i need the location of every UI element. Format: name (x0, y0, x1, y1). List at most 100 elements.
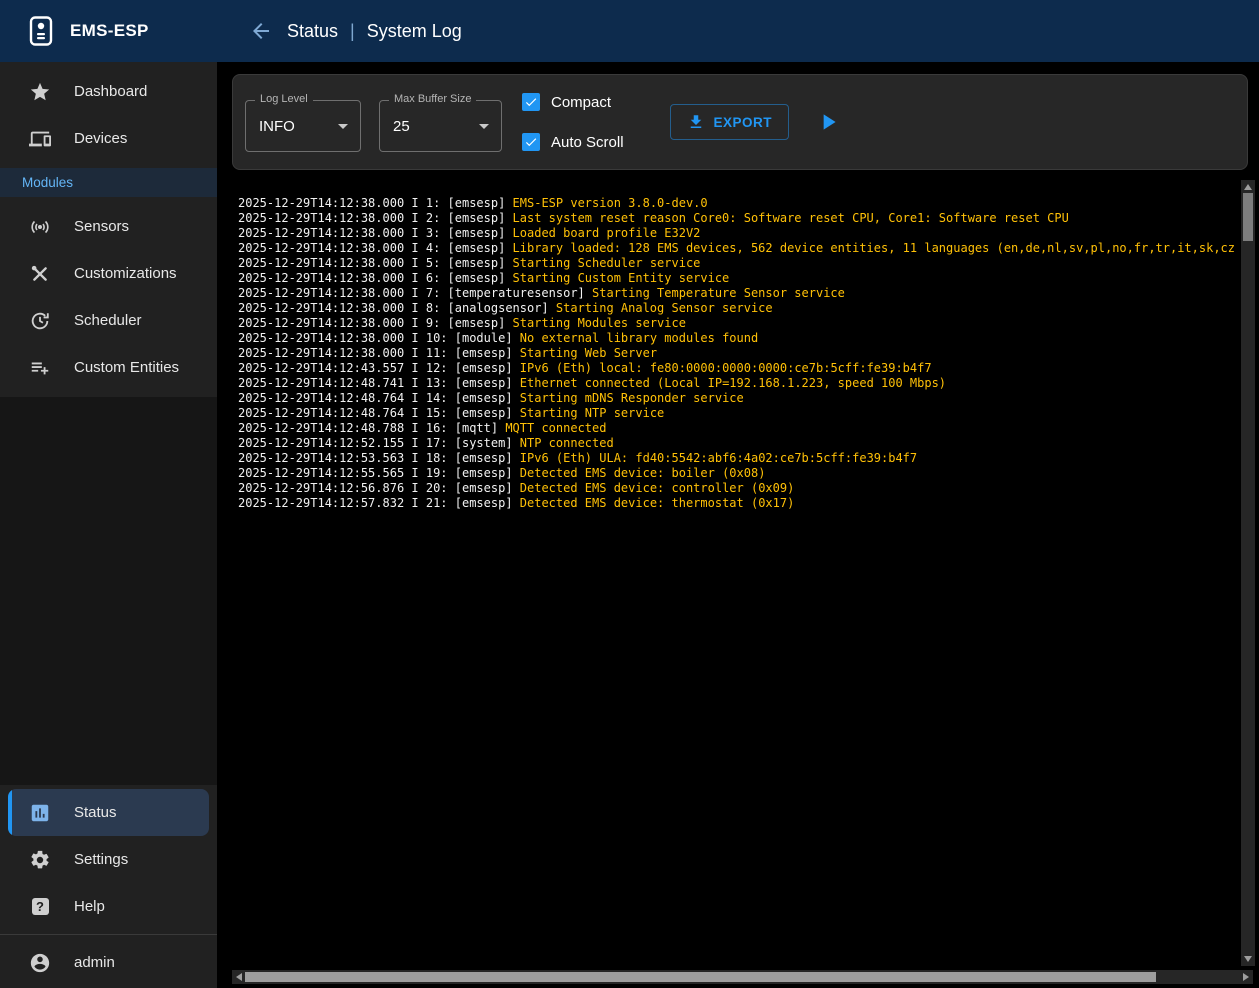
sidebar-section-modules: Modules (0, 168, 217, 197)
sidebar-item-status[interactable]: Status (8, 789, 209, 836)
compact-label: Compact (551, 94, 611, 111)
play-icon (815, 109, 841, 135)
max-buffer-size-select[interactable]: Max Buffer Size 25 (379, 100, 502, 152)
gear-icon (28, 848, 52, 872)
log-prefix: 2025-12-29T14:12:48.788 I 16: (238, 421, 455, 435)
log-level-select[interactable]: Log Level INFO (245, 100, 361, 152)
brand: EMS-ESP (0, 0, 217, 62)
sidebar-bottom-group: Status Settings ? Help admin (0, 785, 217, 988)
sidebar: Dashboard Devices Modules (0, 62, 217, 988)
log-prefix: 2025-12-29T14:12:38.000 I 7: (238, 286, 448, 300)
log-prefix: 2025-12-29T14:12:48.764 I 15: (238, 406, 455, 420)
compact-checkbox[interactable]: Compact (522, 93, 624, 111)
log-prefix: 2025-12-29T14:12:38.000 I 9: (238, 316, 448, 330)
log-message: Starting NTP service (520, 406, 665, 420)
log-prefix: 2025-12-29T14:12:38.000 I 8: (238, 301, 448, 315)
checkbox-checked-icon (522, 93, 540, 111)
log-message: Library loaded: 128 EMS devices, 562 dev… (513, 241, 1237, 255)
checkbox-checked-icon (522, 133, 540, 151)
breadcrumb-page: System Log (367, 21, 462, 42)
breadcrumb-section: Status (287, 21, 338, 42)
scrollbar-vertical[interactable] (1241, 180, 1255, 966)
log-tag: [emsesp] (448, 241, 513, 255)
log-entry: 2025-12-29T14:12:53.563 I 18: [emsesp] I… (238, 451, 1237, 466)
log-entry: 2025-12-29T14:12:38.000 I 5: [emsesp] St… (238, 256, 1237, 271)
download-icon (687, 113, 705, 131)
log-message: Starting Scheduler service (513, 256, 701, 270)
scrollbar-horizontal-thumb[interactable] (245, 972, 1156, 982)
log-message: Starting Web Server (520, 346, 657, 360)
chevron-down-icon (472, 114, 496, 138)
sidebar-item-label: Scheduler (74, 312, 142, 329)
log-entry: 2025-12-29T14:12:38.000 I 11: [emsesp] S… (238, 346, 1237, 361)
auto-scroll-checkbox[interactable]: Auto Scroll (522, 133, 624, 151)
export-button[interactable]: EXPORT (670, 104, 790, 140)
log-entry: 2025-12-29T14:12:38.000 I 3: [emsesp] Lo… (238, 226, 1237, 241)
playlist-add-icon (28, 356, 52, 380)
sidebar-item-scheduler[interactable]: Scheduler (8, 297, 209, 344)
log-entry: 2025-12-29T14:12:48.788 I 16: [mqtt] MQT… (238, 421, 1237, 436)
sidebar-item-customizations[interactable]: Customizations (8, 250, 209, 297)
log-tag: [analogsensor] (448, 301, 556, 315)
sidebar-item-label: Sensors (74, 218, 129, 235)
sidebar-item-devices[interactable]: Devices (8, 115, 209, 162)
log-toolbar: Log Level INFO Max Buffer Size 25 Compac… (232, 74, 1248, 170)
log-entry: 2025-12-29T14:12:56.876 I 20: [emsesp] D… (238, 481, 1237, 496)
log-message: Loaded board profile E32V2 (513, 226, 701, 240)
scroll-down-icon[interactable] (1244, 956, 1252, 962)
log-message: MQTT connected (505, 421, 606, 435)
log-level-value: INFO (259, 118, 295, 135)
log-level-label: Log Level (255, 93, 313, 105)
log-prefix: 2025-12-29T14:12:48.764 I 14: (238, 391, 455, 405)
log-message: EMS-ESP version 3.8.0-dev.0 (513, 196, 708, 210)
sidebar-item-dashboard[interactable]: Dashboard (8, 68, 209, 115)
sidebar-item-settings[interactable]: Settings (8, 836, 209, 883)
devices-icon (28, 127, 52, 151)
back-button[interactable] (247, 17, 275, 45)
log-entry: 2025-12-29T14:12:38.000 I 9: [emsesp] St… (238, 316, 1237, 331)
log-tag: [emsesp] (455, 466, 520, 480)
log-message: Last system reset reason Core0: Software… (513, 211, 1069, 225)
scrollbar-horizontal[interactable] (232, 970, 1253, 984)
sidebar-item-admin[interactable]: admin (8, 939, 209, 986)
log-tag: [temperaturesensor] (448, 286, 593, 300)
log-prefix: 2025-12-29T14:12:38.000 I 10: (238, 331, 455, 345)
log-message: Starting mDNS Responder service (520, 391, 744, 405)
log-tag: [emsesp] (455, 481, 520, 495)
scroll-left-icon[interactable] (236, 973, 242, 981)
sidebar-item-custom-entities[interactable]: Custom Entities (8, 344, 209, 391)
log-prefix: 2025-12-29T14:12:38.000 I 4: (238, 241, 448, 255)
sidebar-item-label: Dashboard (74, 83, 147, 100)
scroll-up-icon[interactable] (1244, 184, 1252, 190)
log-prefix: 2025-12-29T14:12:38.000 I 1: (238, 196, 448, 210)
log-entry: 2025-12-29T14:12:38.000 I 10: [module] N… (238, 331, 1237, 346)
sidebar-item-label: Devices (74, 130, 127, 147)
log-tag: [mqtt] (455, 421, 506, 435)
log-output[interactable]: 2025-12-29T14:12:38.000 I 1: [emsesp] EM… (232, 182, 1237, 968)
breadcrumb-separator: | (350, 21, 355, 42)
log-prefix: 2025-12-29T14:12:43.557 I 12: (238, 361, 455, 375)
breadcrumb: Status | System Log (217, 0, 462, 62)
scrollbar-vertical-thumb[interactable] (1243, 193, 1253, 241)
sidebar-item-sensors[interactable]: Sensors (8, 203, 209, 250)
sidebar-item-label: Help (74, 898, 105, 915)
sidebar-divider (0, 934, 217, 935)
app-root: EMS-ESP Status | System Log Dashboard (0, 0, 1259, 988)
sidebar-item-help[interactable]: ? Help (8, 883, 209, 930)
log-message: Detected EMS device: controller (0x09) (520, 481, 795, 495)
log-tag: [system] (455, 436, 520, 450)
bar-chart-icon (28, 801, 52, 825)
sensors-icon (28, 215, 52, 239)
log-entry: 2025-12-29T14:12:38.000 I 1: [emsesp] EM… (238, 196, 1237, 211)
log-tag: [emsesp] (448, 271, 513, 285)
log-message: IPv6 (Eth) local: fe80:0000:0000:0000:ce… (520, 361, 932, 375)
scroll-right-icon[interactable] (1243, 973, 1249, 981)
log-prefix: 2025-12-29T14:12:38.000 I 2: (238, 211, 448, 225)
log-entry: 2025-12-29T14:12:57.832 I 21: [emsesp] D… (238, 496, 1237, 511)
log-entry: 2025-12-29T14:12:48.741 I 13: [emsesp] E… (238, 376, 1237, 391)
log-prefix: 2025-12-29T14:12:55.565 I 19: (238, 466, 455, 480)
log-prefix: 2025-12-29T14:12:57.832 I 21: (238, 496, 455, 510)
resume-log-button[interactable] (815, 109, 841, 135)
tools-icon (28, 262, 52, 286)
log-message: Starting Modules service (513, 316, 686, 330)
